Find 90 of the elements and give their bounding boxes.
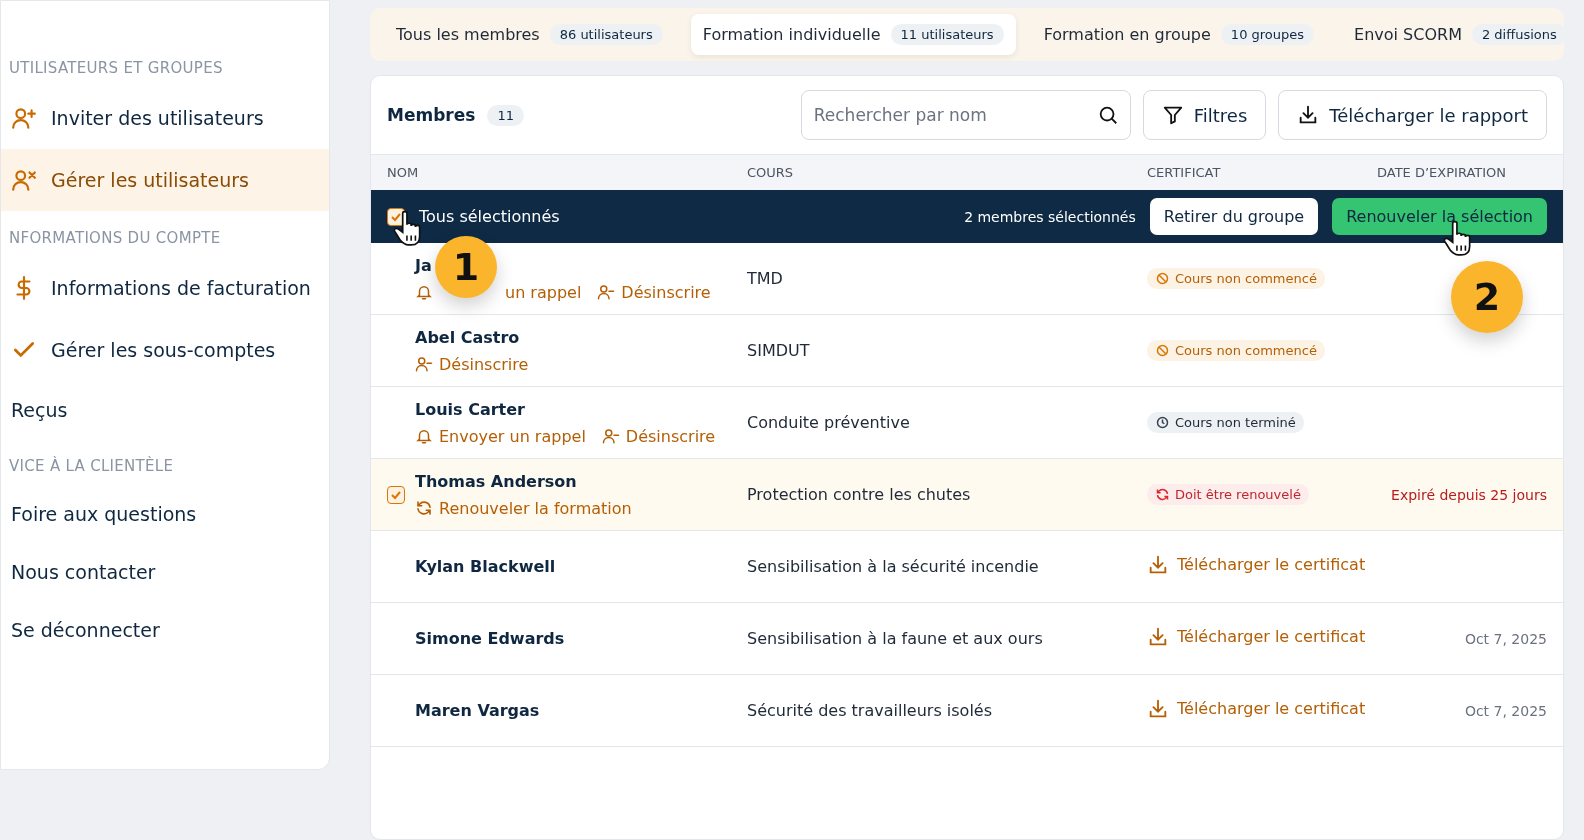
column-header: COURS [747,165,795,180]
course-name: Protection contre les chutes [747,485,972,504]
count-badge: 2 diffusions [1471,24,1567,45]
count-badge: 11 [487,104,524,126]
table-row[interactable]: Maren Vargas Sécurité des travailleurs isolés Télécharger le certificat Oct 7, 2025 [371,675,1563,747]
filter-icon [1161,104,1184,126]
download-certificate-link[interactable]: Télécharger le certificat [1147,553,1366,576]
tab[interactable]: Envoi SCORM 2 diffusions [1342,14,1579,55]
status-tag: Cours non commencé [1147,267,1325,289]
hand-cursor-icon [1443,220,1473,256]
status-tag: Doit être renouvelé [1147,483,1309,505]
table-row[interactable]: Thomas Anderson Renouveler la formation Protection contre les chutes Doit être renouvelé Expiré depuis 25 jours [371,459,1563,531]
refresh-icon [415,499,433,517]
download-certificate-link[interactable]: Télécharger le certificat [1147,697,1366,720]
user-minus-icon [415,355,433,373]
members-title: Membres [387,105,476,125]
status-tag: Cours non terminé [1147,411,1304,433]
course-name: Sécurité des travailleurs isolés [747,701,994,720]
blocked-icon [1155,342,1170,358]
search-field[interactable]: Rechercher par nom [800,90,1131,140]
column-header: DATE D’EXPIRATION [1377,165,1507,180]
column-header: NOM [387,165,420,180]
count-badge: 10 groupes [1220,24,1315,45]
download-certificate-link[interactable]: Télécharger le certificat [1147,625,1366,648]
member-name: Ja [415,255,432,275]
renew-selection-button[interactable]: Renouveler la sélection [1332,198,1547,235]
user-remove-icon [11,167,37,193]
table-row[interactable]: Simone Edwards Sensibilisation à la faune et aux ours Télécharger le certificat Oct 7, 2025 [371,603,1563,675]
course-name: Sensibilisation à la sécurité incendie [747,557,1040,576]
count-badge: 11 utilisateurs [890,24,1004,45]
tab-label: Formation en groupe [1043,25,1211,44]
column-header: CERTIFICAT [1147,165,1222,180]
action-link[interactable]: Désinscrire [601,426,716,446]
course-name: TMD [747,269,784,288]
member-name: Thomas Anderson [415,471,577,491]
tab[interactable]: Formation en groupe 10 groupes [1031,14,1327,55]
tab[interactable]: Formation individuelle 11 utilisateurs [690,14,1016,55]
download-icon [1147,625,1169,648]
bell-icon [415,283,433,301]
blocked-icon [1155,270,1170,286]
expiry-date: Expiré depuis 25 jours [1391,487,1547,503]
course-name: Conduite préventive [747,413,911,432]
select-all-label: Tous sélectionnés [419,207,560,226]
section-heading: UTILISATEURS ET GROUPES [8,58,224,79]
download-icon [1147,553,1169,576]
sidebar-item[interactable]: Se déconnecter [1,601,329,659]
course-name: SIMDUT [747,341,811,360]
member-name: Kylan Blackwell [415,557,556,576]
user-minus-icon [601,427,620,445]
bell-icon [415,427,433,445]
member-name: Louis Carter [415,399,525,419]
table-row[interactable]: Kylan Blackwell Sensibilisation à la sécurité incendie Télécharger le certificat [371,531,1563,603]
member-name: Abel Castro [415,327,520,347]
user-minus-icon [597,283,616,301]
filter-button[interactable]: Filtres [1142,90,1267,140]
expiry-date: Oct 7, 2025 [1464,631,1547,647]
sidebar-item[interactable]: Gérer les utilisateurs [1,149,329,211]
action-link[interactable]: Envoyer un rappel [415,426,586,446]
member-name: Maren Vargas [415,701,540,720]
sidebar-item[interactable]: Foire aux questions [1,485,329,543]
sidebar-item[interactable]: Reçus [1,381,329,439]
member-name: Simone Edwards [415,629,565,648]
action-link[interactable]: Renouveler la formation [415,498,632,518]
expiry-date: Oct 7, 2025 [1464,703,1547,719]
checkbox[interactable] [387,485,405,504]
count-badge: 86 utilisateurs [549,24,663,45]
tab-label: Envoi SCORM [1354,25,1462,44]
tab-label: Formation individuelle [702,25,881,44]
checkbox[interactable] [387,207,405,226]
download-report-button[interactable]: Télécharger le rapport [1278,90,1547,140]
selection-count: 2 membres sélectionnés [964,208,1136,225]
user-plus-icon [11,105,37,131]
sidebar-item[interactable]: Inviter des utilisateurs [1,87,329,149]
course-name: Sensibilisation à la faune et aux ours [747,629,1044,648]
action-link[interactable]: Désinscrire [597,282,711,302]
step-badge: 1 [435,236,497,298]
tab[interactable]: Tous les membres 86 utilisateurs [384,14,675,55]
section-heading: VICE À LA CLIENTÈLE [8,455,175,477]
sidebar-item[interactable]: Informations de facturation [1,257,329,319]
refresh-icon [1155,486,1170,502]
step-badge: 2 [1451,261,1523,333]
section-heading: NFORMATIONS DU COMPTE [8,228,222,249]
clock-icon [1155,414,1170,430]
tab-label: Tous les membres [396,25,540,44]
download-icon [1147,697,1169,720]
status-tag: Cours non commencé [1147,339,1325,361]
action-link[interactable]: Désinscrire [415,354,529,374]
sidebar-item[interactable]: Gérer les sous-comptes [1,319,329,381]
remove-button[interactable]: Retirer du groupe [1149,198,1319,235]
sidebar-item[interactable]: Nous contacter [1,543,329,601]
